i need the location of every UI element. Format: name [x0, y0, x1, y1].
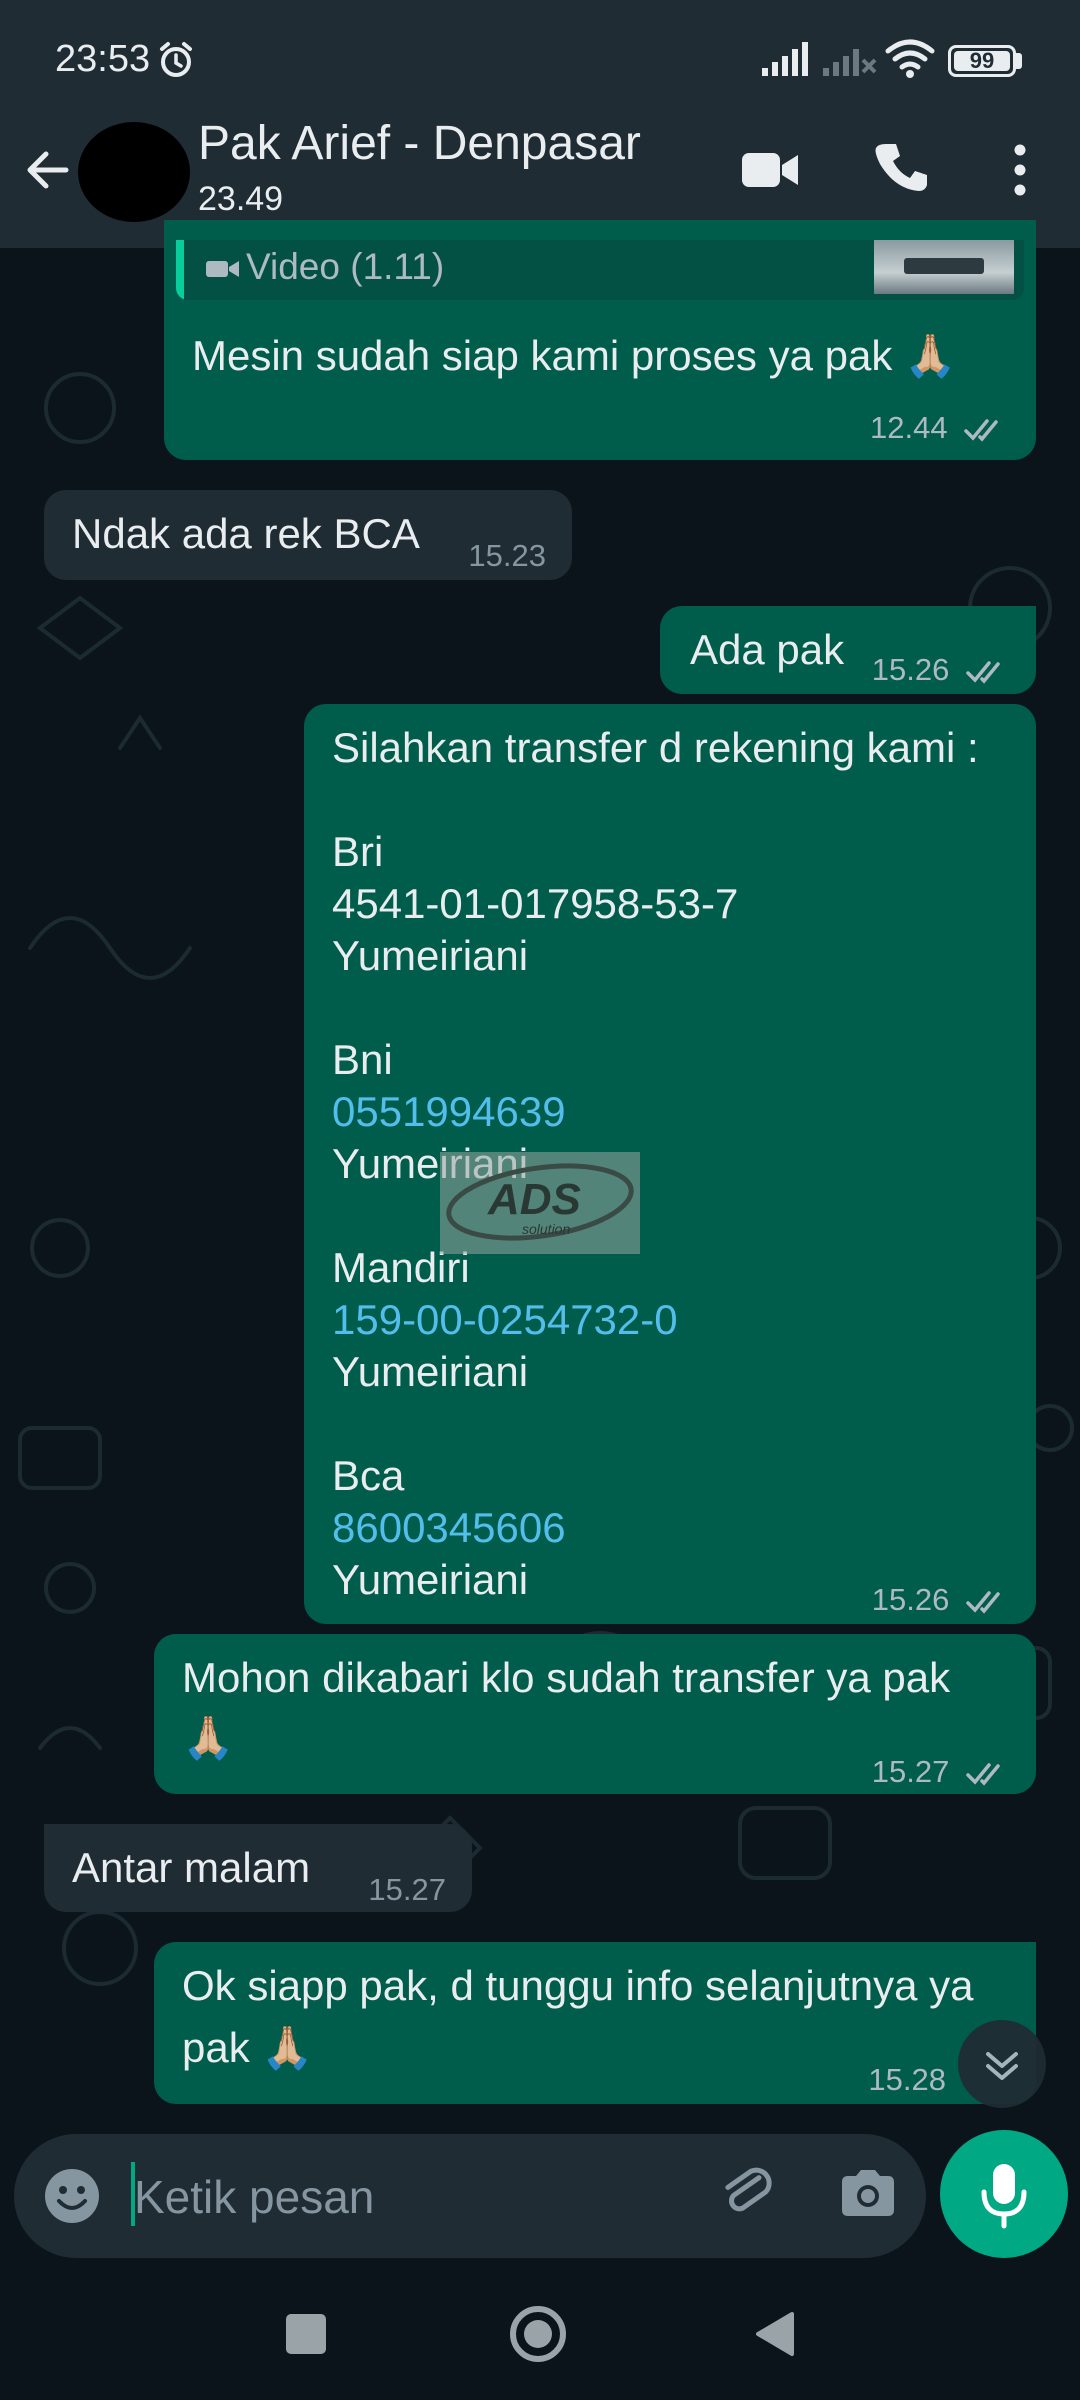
quoted-video-text: Video (1.11) — [246, 246, 445, 287]
home-button[interactable] — [510, 2306, 566, 2362]
status-time: 23:53 — [55, 38, 151, 80]
quoted-video-label: Video (1.11) — [206, 246, 444, 288]
avatar[interactable] — [78, 122, 190, 222]
read-receipt-icon — [964, 419, 998, 442]
video-thumbnail — [874, 240, 1014, 294]
recents-button[interactable] — [286, 2314, 326, 2354]
read-receipt-icon — [966, 1763, 1000, 1786]
watermark-logo: ADS solution — [440, 1152, 640, 1254]
phone-icon[interactable] — [872, 140, 928, 196]
message-time: 15.23 — [468, 538, 546, 573]
bank-name: Bni — [332, 1036, 393, 1083]
message-bubble-incoming[interactable]: Ndak ada rek BCA 15.23 — [44, 490, 572, 580]
message-line: Silahkan transfer d rekening kami : — [332, 724, 979, 771]
signal-no-service-icon — [823, 49, 877, 76]
bank-details-text: Silahkan transfer d rekening kami : Bri … — [332, 722, 979, 1606]
message-time: 15.26 — [871, 652, 950, 687]
message-meta: 15.26 — [872, 1574, 1010, 1626]
emoji-icon[interactable] — [40, 2164, 104, 2228]
message-time: 15.28 — [868, 2062, 946, 2097]
watermark-text: ADS — [487, 1175, 581, 1224]
video-icon — [206, 261, 239, 278]
read-receipt-icon — [966, 1591, 1000, 1614]
message-text-emoji: 🙏🏼 — [182, 1714, 235, 1761]
more-vertical-icon[interactable] — [1000, 140, 1040, 200]
watermark-subtext: solution — [522, 1221, 570, 1237]
bank-name: Bca — [332, 1452, 405, 1499]
alarm-icon — [160, 42, 192, 77]
paperclip-icon[interactable] — [716, 2162, 780, 2226]
nav-back-icon[interactable] — [752, 2310, 796, 2358]
account-number-link[interactable]: 0551994639 — [332, 1086, 979, 1138]
bank-name: Bri — [332, 828, 384, 875]
message-input[interactable] — [132, 2164, 696, 2230]
message-text: Ndak ada rek BCA — [72, 510, 420, 557]
message-text: pak 🙏🏼 — [182, 2024, 314, 2071]
message-bubble-incoming[interactable]: Antar malam 15.27 — [44, 1824, 472, 1912]
contact-name[interactable]: Pak Arief - Denpasar — [198, 116, 641, 171]
battery-tip — [1016, 53, 1022, 69]
message-text: Ada pak — [690, 626, 845, 673]
wifi-icon — [885, 39, 935, 78]
battery-icon: 99 — [948, 45, 1016, 77]
message-time: 15.27 — [871, 1754, 950, 1789]
scroll-to-bottom-button[interactable] — [958, 2020, 1046, 2108]
voice-record-button[interactable] — [940, 2130, 1068, 2258]
message-meta: 15.28 — [868, 2054, 946, 2106]
message-bubble-outgoing[interactable]: Ok siapp pak, d tunggu info selanjutnya … — [154, 1942, 1036, 2104]
message-text: Mohon dikabari klo sudah transfer ya pak — [182, 1654, 951, 1701]
video-call-icon[interactable] — [740, 145, 800, 195]
message-bubble-outgoing[interactable]: Mohon dikabari klo sudah transfer ya pak… — [154, 1634, 1036, 1794]
message-line — [332, 1398, 979, 1450]
quoted-video[interactable]: Video (1.11) — [176, 240, 1024, 300]
message-bubble-outgoing[interactable]: Ada pak 15.26 — [660, 606, 1036, 694]
bank-name: Mandiri — [332, 1244, 470, 1291]
message-meta: 12.44 — [870, 410, 1008, 446]
quote-bar — [176, 240, 184, 300]
message-line — [332, 982, 979, 1034]
signal-icon — [762, 42, 808, 76]
message-time: 15.26 — [871, 1582, 950, 1617]
message-time: 12.44 — [870, 410, 948, 445]
message-line — [332, 774, 979, 826]
camera-icon[interactable] — [836, 2164, 900, 2224]
read-receipt-icon — [966, 661, 1000, 684]
battery-level: 99 — [969, 48, 995, 73]
message-time: 15.27 — [368, 1872, 446, 1907]
back-arrow-icon[interactable] — [18, 140, 78, 200]
account-holder: Yumeiriani — [332, 1348, 529, 1395]
last-seen: 23.49 — [198, 180, 284, 218]
account-holder: Yumeiriani — [332, 932, 529, 979]
message-meta: 15.26 — [872, 644, 1010, 696]
ads-logo-icon: ADS solution — [446, 1163, 634, 1241]
account-holder: Yumeiriani — [332, 1140, 529, 1187]
status-bar: 23:53 99 — [0, 0, 1080, 120]
message-text: Mesin sudah siap kami proses ya pak 🙏🏼 — [192, 332, 957, 379]
message-text: Ok siapp pak, d tunggu info selanjutnya … — [182, 1962, 974, 2009]
message-meta: 15.27 — [872, 1746, 1010, 1798]
message-bubble-outgoing[interactable]: Silahkan transfer d rekening kami : Bri … — [304, 704, 1036, 1624]
account-number-link[interactable]: 159-00-0254732-0 — [332, 1294, 979, 1346]
chevron-double-down-icon — [986, 2052, 1018, 2080]
message-line — [332, 1190, 979, 1242]
account-number-link[interactable]: 8600345606 — [332, 1502, 979, 1554]
account-number: 4541-01-017958-53-7 — [332, 880, 739, 927]
microphone-icon — [981, 2164, 1027, 2229]
message-text: Antar malam — [72, 1844, 311, 1891]
